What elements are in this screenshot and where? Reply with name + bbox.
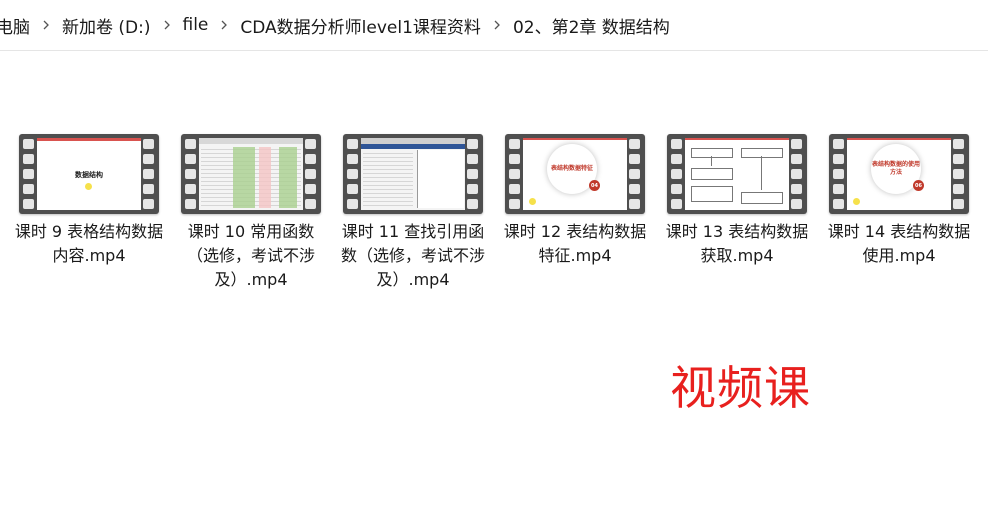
- file-name: 课时 11 查找引用函数（选修，考试不涉及）.mp4: [340, 222, 485, 289]
- slide-preview: 数据结构: [37, 138, 141, 210]
- film-perforation: [143, 139, 155, 209]
- video-file-item[interactable]: 表结构数据的使用方法 06 课时 14 表结构数据使用.mp4: [824, 134, 974, 268]
- file-grid: 数据结构 课时 9 表格结构数据内容.mp4 课时 10 常用函数（选修，考试不…: [0, 0, 988, 529]
- film-perforation: [833, 139, 845, 209]
- video-file-item[interactable]: 课时 13 表结构数据获取.mp4: [662, 134, 812, 268]
- spreadsheet-preview: [199, 138, 303, 210]
- video-course-annotation: 视频课: [670, 361, 811, 415]
- video-file-item[interactable]: 表结构数据特征 04 课时 12 表结构数据特征.mp4: [500, 134, 650, 268]
- file-name: 课时 12 表结构数据特征.mp4: [503, 222, 647, 265]
- film-perforation: [185, 139, 197, 209]
- file-name: 课时 13 表结构数据获取.mp4: [665, 222, 809, 265]
- video-thumbnail: [181, 134, 321, 214]
- video-file-item[interactable]: 课时 10 常用函数（选修，考试不涉及）.mp4: [176, 134, 326, 292]
- video-file-item[interactable]: 数据结构 课时 9 表格结构数据内容.mp4: [14, 134, 164, 268]
- section-number-badge: 06: [913, 180, 924, 191]
- film-perforation: [347, 139, 359, 209]
- film-perforation: [305, 139, 317, 209]
- film-perforation: [23, 139, 35, 209]
- film-perforation: [953, 139, 965, 209]
- slide-preview: 表结构数据特征 04: [523, 138, 627, 210]
- film-perforation: [467, 139, 479, 209]
- file-name: 课时 10 常用函数（选修，考试不涉及）.mp4: [186, 222, 315, 289]
- video-thumbnail: 表结构数据的使用方法 06: [829, 134, 969, 214]
- video-thumbnail: [667, 134, 807, 214]
- film-perforation: [791, 139, 803, 209]
- section-number-badge: 04: [589, 180, 600, 191]
- spreadsheet-preview: [361, 138, 465, 210]
- video-thumbnail: 数据结构: [19, 134, 159, 214]
- film-perforation: [629, 139, 641, 209]
- film-perforation: [509, 139, 521, 209]
- video-thumbnail: [343, 134, 483, 214]
- file-name: 课时 9 表格结构数据内容.mp4: [14, 222, 164, 265]
- film-perforation: [671, 139, 683, 209]
- video-thumbnail: 表结构数据特征 04: [505, 134, 645, 214]
- video-file-item[interactable]: 课时 11 查找引用函数（选修，考试不涉及）.mp4: [338, 134, 488, 292]
- slide-title: 数据结构: [75, 171, 103, 179]
- file-name: 课时 14 表结构数据使用.mp4: [827, 222, 971, 265]
- diagram-preview: [685, 138, 789, 210]
- slide-preview: 表结构数据的使用方法 06: [847, 138, 951, 210]
